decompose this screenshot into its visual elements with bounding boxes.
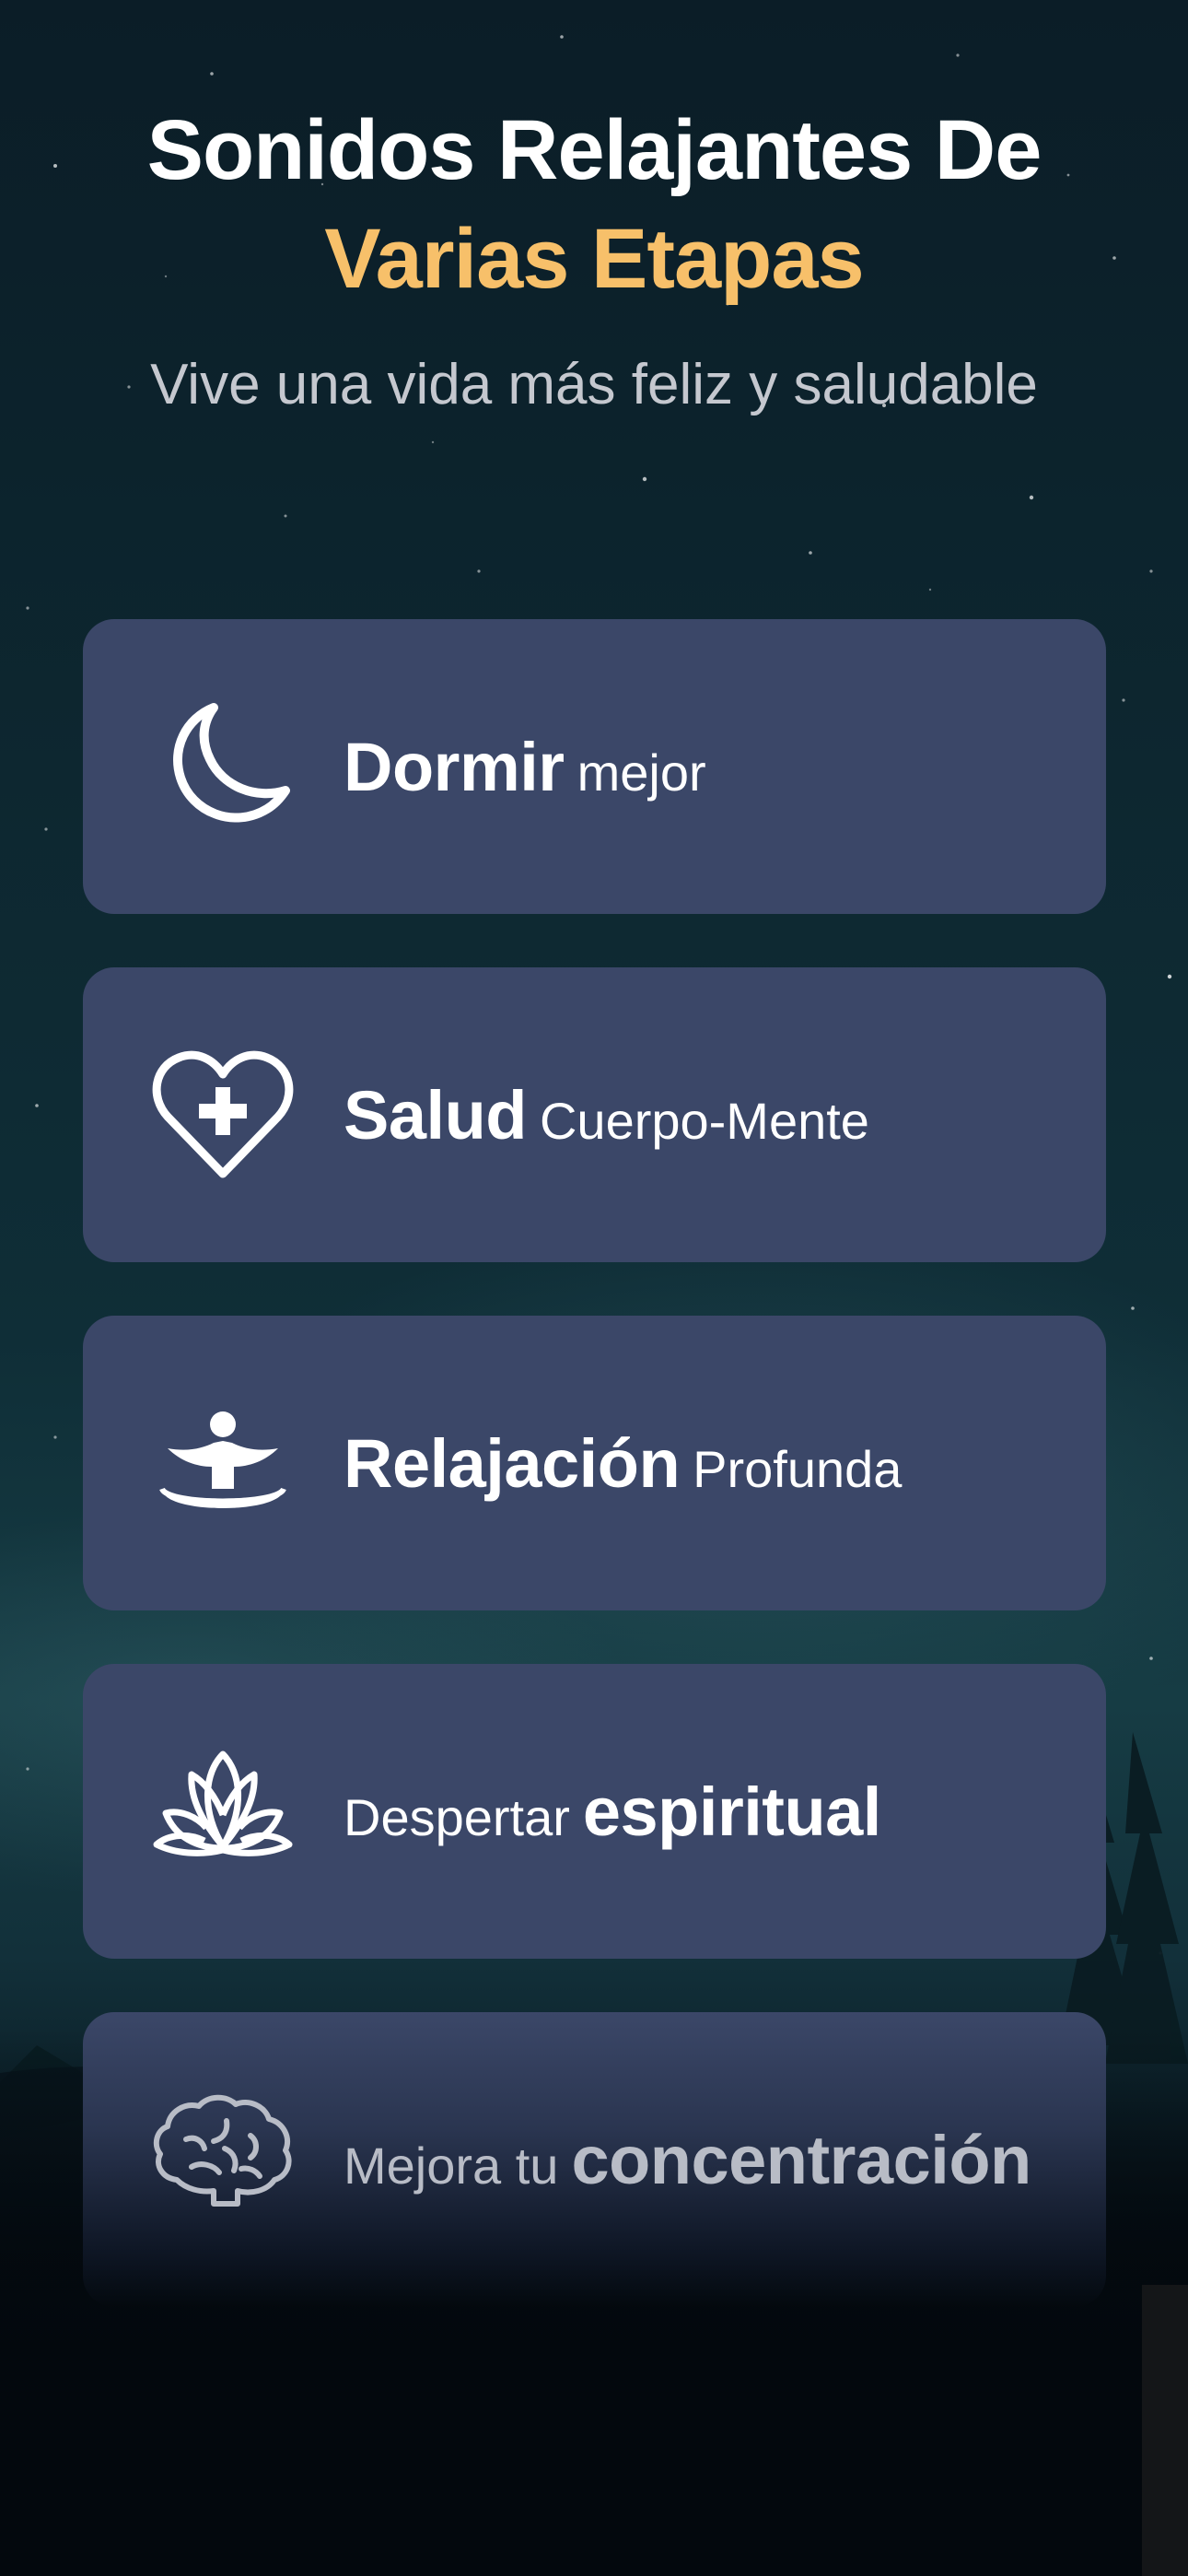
category-label-regular: Despertar (344, 1787, 570, 1846)
category-label: Dormir mejor (344, 619, 706, 914)
category-card-sleep[interactable]: Dormir mejor (83, 619, 1106, 914)
category-label: Despertar espiritual (344, 1664, 881, 1959)
category-label-bold: Salud (344, 1076, 527, 1153)
moon-icon (149, 691, 297, 838)
brain-icon (149, 2084, 297, 2231)
page-title: Sonidos Relajantes De Varias Etapas (0, 96, 1188, 313)
lotus-icon (149, 1736, 297, 1883)
category-card-focus[interactable]: Mejora tu concentración (83, 2012, 1106, 2307)
category-label-regular: Profunda (693, 1439, 903, 1498)
category-label-regular: Cuerpo-Mente (539, 1091, 869, 1150)
category-label: Salud Cuerpo-Mente (344, 967, 869, 1262)
meditation-person-icon (149, 1388, 297, 1535)
category-card-health[interactable]: Salud Cuerpo-Mente (83, 967, 1106, 1262)
category-label: Mejora tu concentración (344, 2012, 1031, 2307)
category-card-relaxation[interactable]: Relajación Profunda (83, 1316, 1106, 1610)
category-label: Relajación Profunda (344, 1316, 902, 1610)
page-subtitle: Vive una vida más feliz y saludable (150, 353, 1038, 416)
category-card-spiritual[interactable]: Despertar espiritual (83, 1664, 1106, 1959)
category-label-regular: mejor (577, 743, 706, 802)
category-label-regular: Mejora tu (344, 2136, 559, 2195)
category-label-bold: Relajación (344, 1424, 681, 1502)
category-label-bold: concentración (571, 2121, 1031, 2198)
title-line-1: Sonidos Relajantes De (146, 103, 1042, 197)
screen-background: Sonidos Relajantes De Varias Etapas Vive… (0, 0, 1188, 2576)
heart-plus-icon (149, 1039, 297, 1187)
category-label-bold: espiritual (582, 1773, 882, 1850)
category-label-bold: Dormir (344, 728, 565, 805)
title-line-2-accent: Varias Etapas (324, 212, 864, 306)
edge-strip (1142, 2285, 1188, 2576)
